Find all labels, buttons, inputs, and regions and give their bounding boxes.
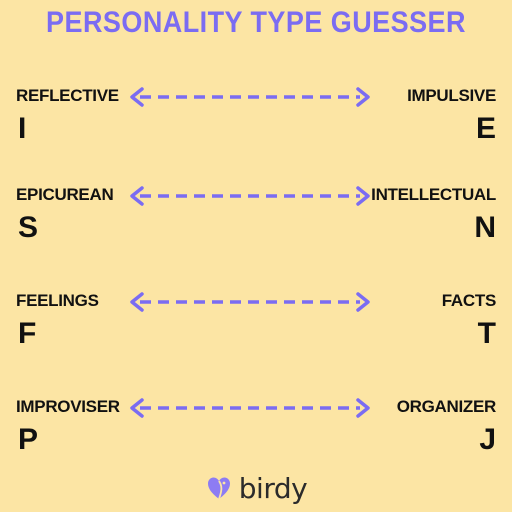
- right-trait-label: INTELLECTUAL: [371, 185, 496, 204]
- double-arrow-icon: [130, 87, 370, 107]
- right-trait-letter: N: [474, 211, 496, 244]
- right-trait-letter: T: [477, 317, 496, 350]
- page-title: PERSONALITY TYPE GUESSER: [46, 6, 466, 39]
- trait-pair-ie: REFLECTIVE I IMPULSIVE E: [0, 86, 512, 156]
- trait-pair-pj: IMPROVISER P ORGANIZER J: [0, 397, 512, 467]
- right-trait-letter: E: [475, 112, 496, 145]
- right-trait-label: ORGANIZER: [396, 397, 497, 416]
- left-trait-letter: F: [18, 317, 37, 350]
- left-trait-label: FEELINGS: [16, 291, 99, 310]
- double-arrow-icon: [130, 292, 370, 312]
- left-trait-label: EPICUREAN: [16, 185, 114, 204]
- left-trait-label: REFLECTIVE: [16, 86, 119, 105]
- right-trait-letter: J: [479, 423, 496, 456]
- trait-pair-sn: EPICUREAN S INTELLECTUAL N: [0, 185, 512, 255]
- logo-wordmark: birdy: [238, 471, 308, 505]
- bird-heart-icon: [207, 477, 230, 500]
- trait-pair-ft: FEELINGS F FACTS T: [0, 291, 512, 361]
- right-trait-label: FACTS: [441, 291, 497, 310]
- left-trait-letter: S: [18, 211, 39, 244]
- left-trait-letter: I: [18, 112, 27, 145]
- double-arrow-icon: [130, 398, 370, 418]
- right-trait-label: IMPULSIVE: [407, 86, 496, 105]
- double-arrow-icon: [130, 186, 370, 206]
- left-trait-letter: P: [18, 423, 39, 456]
- left-trait-label: IMPROVISER: [16, 397, 120, 416]
- birdy-logo: birdy: [0, 468, 512, 508]
